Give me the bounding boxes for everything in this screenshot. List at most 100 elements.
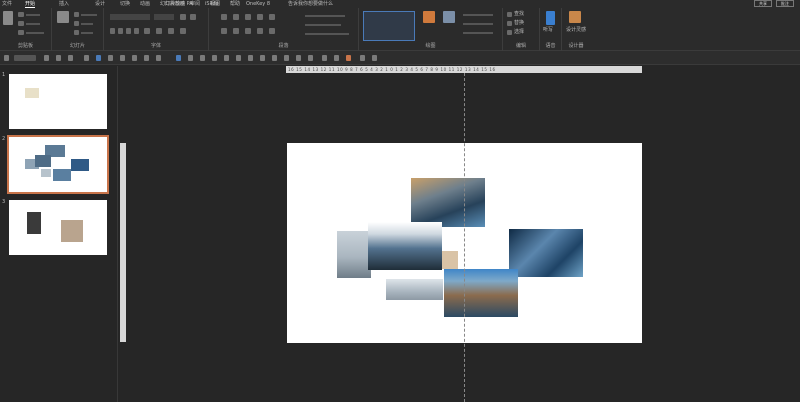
design-ideas-icon[interactable] <box>569 11 581 23</box>
qat-icon[interactable] <box>120 55 125 61</box>
photo-mountain-lake[interactable] <box>368 222 442 270</box>
find-icon[interactable] <box>507 12 512 17</box>
bold-icon[interactable] <box>110 28 115 34</box>
slide-thumbnail-1[interactable] <box>9 74 107 129</box>
qat-icon[interactable] <box>156 55 161 61</box>
align-right-icon[interactable] <box>245 28 251 34</box>
qat-icon[interactable] <box>322 55 327 61</box>
thumb-image <box>35 155 51 167</box>
format-painter-icon[interactable] <box>18 30 24 35</box>
tab-help[interactable]: 帮助 <box>230 0 240 8</box>
design-ideas-label[interactable]: 设计灵感 <box>566 26 586 33</box>
qat-icon[interactable] <box>84 55 89 61</box>
qat-icon[interactable] <box>372 55 377 61</box>
find-label[interactable]: 查找 <box>514 10 524 17</box>
photo-calm-lake[interactable] <box>337 231 371 278</box>
replace-label[interactable]: 替换 <box>514 19 524 26</box>
tab-animations[interactable]: 动画 <box>140 0 150 8</box>
arrange-icon[interactable] <box>423 11 435 23</box>
qat-icon[interactable] <box>188 55 193 61</box>
layout-icon[interactable] <box>74 12 79 17</box>
change-case-icon[interactable] <box>156 28 162 34</box>
qat-icon[interactable] <box>236 55 241 61</box>
photo-stormy-sea[interactable] <box>411 178 485 227</box>
quick-styles-icon[interactable] <box>443 11 455 23</box>
tab-design[interactable]: 设计 <box>95 0 105 8</box>
tab-islide[interactable]: iSlide <box>205 0 219 8</box>
qat-icon[interactable] <box>360 55 365 61</box>
qat-icon[interactable] <box>248 55 253 61</box>
underline-icon[interactable] <box>126 28 131 34</box>
reset-icon[interactable] <box>74 21 79 26</box>
qat-icon[interactable] <box>4 55 9 61</box>
qat-icon[interactable] <box>200 55 205 61</box>
undo-icon[interactable] <box>56 55 61 61</box>
qat-icon[interactable] <box>296 55 301 61</box>
shapes-gallery[interactable] <box>363 11 415 41</box>
qat-icon[interactable] <box>132 55 137 61</box>
numbering-icon[interactable] <box>233 14 239 20</box>
powerpoint-window: 文件 开始 插入 设计 切换 动画 幻灯片放映 审阅 视图 帮助 口袋动画 PA… <box>0 0 800 402</box>
decrease-indent-icon[interactable] <box>245 14 251 20</box>
clipboard-label: 剪贴板 <box>17 43 33 49</box>
bullets-icon[interactable] <box>221 14 227 20</box>
tab-onekey[interactable]: OneKey 8 <box>246 0 270 8</box>
save-icon[interactable] <box>44 55 49 61</box>
group-clipboard: 剪贴板 <box>0 8 52 51</box>
qat-icon[interactable] <box>272 55 277 61</box>
comments-button[interactable]: 批注 <box>776 0 794 7</box>
paste-icon[interactable] <box>3 11 13 25</box>
qat-icon[interactable] <box>260 55 265 61</box>
italic-icon[interactable] <box>118 28 123 34</box>
shrink-font-icon[interactable] <box>190 14 196 20</box>
increase-indent-icon[interactable] <box>257 14 263 20</box>
photo-boardwalk[interactable] <box>386 279 443 300</box>
horizontal-ruler[interactable]: 16 15 14 13 12 11 10 9 8 7 6 5 4 3 2 1 0… <box>286 66 642 73</box>
microphone-icon[interactable] <box>546 11 555 25</box>
photo-coastal-town[interactable] <box>444 269 518 317</box>
slide-thumbnail-2[interactable] <box>7 135 109 194</box>
copy-icon[interactable] <box>18 21 24 26</box>
tab-file[interactable]: 文件 <box>2 0 12 8</box>
qat-icon[interactable] <box>144 55 149 61</box>
redo-icon[interactable] <box>68 55 73 61</box>
tab-insert[interactable]: 插入 <box>59 0 69 8</box>
grow-font-icon[interactable] <box>180 14 186 20</box>
slide-thumbnail-3[interactable] <box>9 200 107 255</box>
tab-home[interactable]: 开始 <box>25 0 36 8</box>
dictate-label[interactable]: 听写 <box>543 26 553 33</box>
qat-icon[interactable] <box>284 55 289 61</box>
qat-icon[interactable] <box>96 55 101 61</box>
share-button[interactable]: 共享 <box>754 0 772 7</box>
qat-icon[interactable] <box>334 55 339 61</box>
tab-pocket-animation[interactable]: 口袋动画 PA <box>165 0 193 8</box>
align-center-icon[interactable] <box>233 28 239 34</box>
qat-icon[interactable] <box>224 55 229 61</box>
new-slide-icon[interactable] <box>57 11 69 23</box>
select-icon[interactable] <box>507 30 512 35</box>
replace-icon[interactable] <box>507 21 512 26</box>
section-icon[interactable] <box>74 30 79 35</box>
tab-transitions[interactable]: 切换 <box>120 0 130 8</box>
vertical-ruler[interactable] <box>120 143 126 342</box>
group-voice: 听写 语音 <box>540 8 562 51</box>
qat-icon[interactable] <box>212 55 217 61</box>
photo-small-portrait[interactable] <box>442 251 458 269</box>
tab-tell-me[interactable]: 告诉我你想要做什么 <box>288 0 333 8</box>
align-left-icon[interactable] <box>221 28 227 34</box>
char-spacing-icon[interactable] <box>144 28 150 34</box>
qat-icon[interactable] <box>308 55 313 61</box>
qat-icon[interactable] <box>176 55 181 61</box>
font-color-icon[interactable] <box>180 28 186 34</box>
photo-aerial-river[interactable] <box>509 229 583 277</box>
qat-icon[interactable] <box>346 55 351 61</box>
select-label[interactable]: 选择 <box>514 28 524 35</box>
columns-icon[interactable] <box>269 28 275 34</box>
justify-icon[interactable] <box>257 28 263 34</box>
line-spacing-icon[interactable] <box>269 14 275 20</box>
strikethrough-icon[interactable] <box>134 28 139 34</box>
cut-icon[interactable] <box>18 12 24 17</box>
highlight-icon[interactable] <box>168 28 174 34</box>
qat-icon[interactable] <box>108 55 113 61</box>
qat-toggle[interactable] <box>14 55 36 61</box>
